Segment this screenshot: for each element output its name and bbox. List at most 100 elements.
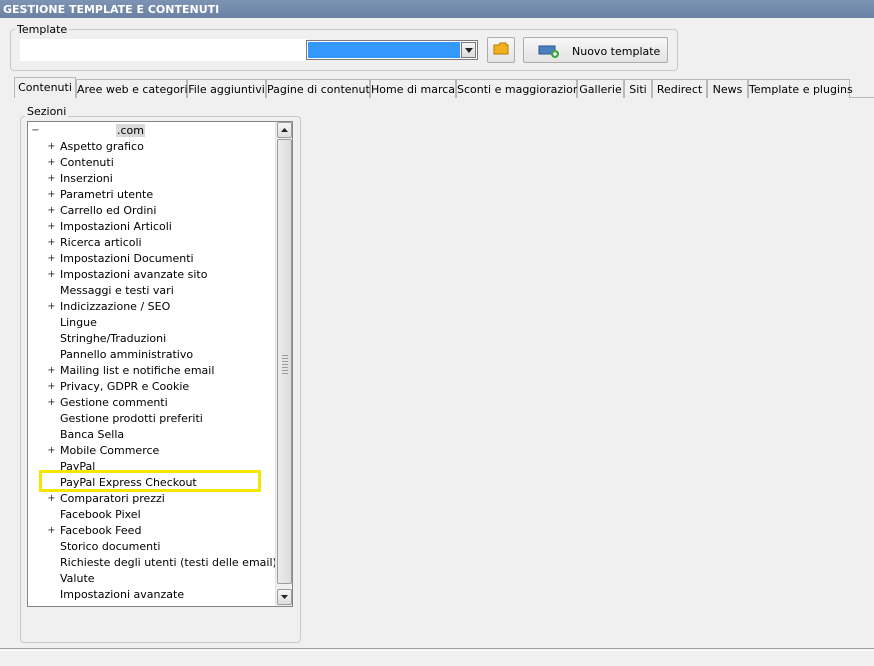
tree-item[interactable]: + Impostazioni Documenti	[28, 251, 274, 267]
tree-item[interactable]: + Mobile Commerce	[28, 443, 274, 459]
scroll-down-button[interactable]	[277, 589, 292, 605]
tree-item[interactable]: + Gestione commenti	[28, 395, 274, 411]
tree-item-label: Messaggi e testi vari	[60, 284, 174, 297]
tree-item-label: Privacy, GDPR e Cookie	[60, 380, 190, 393]
tree-item-label: Impostazioni avanzate	[60, 588, 185, 601]
template-select[interactable]	[306, 40, 478, 60]
expand-icon[interactable]: +	[47, 238, 56, 248]
expand-icon[interactable]: +	[47, 270, 56, 280]
tab-pagine-contenuti[interactable]: Pagine di contenuti	[266, 79, 373, 98]
tree-item[interactable]: + Parametri utente	[28, 187, 274, 203]
tree-item[interactable]: PayPal	[28, 459, 274, 475]
template-name-field[interactable]	[20, 39, 307, 61]
vertical-scrollbar[interactable]	[275, 122, 292, 606]
tree-item[interactable]: + Facebook Feed	[28, 523, 274, 539]
expand-icon[interactable]: +	[47, 446, 56, 456]
tree-item-label: Ricerca articoli	[60, 236, 142, 249]
tab-contenuti[interactable]: Contenuti	[14, 77, 76, 98]
tree-item-label: Facebook Feed	[60, 524, 142, 537]
tree-item-label: Facebook Pixel	[60, 508, 141, 521]
tree-root[interactable]: − .com	[28, 123, 268, 139]
tree-item-label: Gestione commenti	[60, 396, 168, 409]
tree-item[interactable]: + Impostazioni Articoli	[28, 219, 274, 235]
tab-template-plugins[interactable]: Template e plugins	[748, 79, 853, 98]
folder-icon	[493, 42, 509, 58]
tab-aree-web[interactable]: Aree web e categorie	[76, 79, 194, 98]
tree-item[interactable]: Messaggi e testi vari	[28, 283, 274, 299]
tab-siti[interactable]: Siti	[624, 79, 652, 98]
tree-item-label: Richieste degli utenti (testi delle emai…	[60, 556, 277, 569]
tree-item[interactable]: + Contenuti	[28, 155, 274, 171]
tab-redirect[interactable]: Redirect	[652, 79, 707, 98]
new-template-button[interactable]: Nuovo template	[523, 37, 668, 63]
tree-item-label: Lingue	[60, 316, 97, 329]
tree-item-label: Aspetto grafico	[60, 140, 144, 153]
expand-icon[interactable]: +	[47, 382, 56, 392]
template-group-label: Template	[15, 23, 70, 36]
expand-icon[interactable]: +	[47, 526, 56, 536]
tree-item[interactable]: PayPal Express Checkout	[28, 475, 274, 491]
tab-gallerie[interactable]: Gallerie	[577, 79, 624, 98]
tree-item-label: Parametri utente	[60, 188, 154, 201]
sections-tree[interactable]: − .com + Aspetto grafico + Contenuti + Inserz…	[27, 121, 293, 607]
tree-item-label: Mailing list e notifiche email	[60, 364, 215, 377]
tree-item[interactable]: Facebook Pixel	[28, 507, 274, 523]
tree-item[interactable]: Lingue	[28, 315, 274, 331]
dropdown-arrow-icon[interactable]	[461, 42, 476, 58]
tree-item-label: Gestione prodotti preferiti	[60, 412, 203, 425]
expand-icon[interactable]: +	[47, 158, 56, 168]
tree-item-label: Impostazioni Documenti	[60, 252, 194, 265]
scroll-thumb[interactable]	[277, 139, 292, 584]
tree-item[interactable]: Impostazioni avanzate	[28, 587, 274, 603]
template-select-value	[308, 42, 460, 58]
tree-item[interactable]: Storico documenti	[28, 539, 274, 555]
new-template-icon	[538, 44, 560, 61]
tree-item-label: Comparatori prezzi	[60, 492, 165, 505]
expand-icon[interactable]: +	[47, 254, 56, 264]
tree-item[interactable]: Stringhe/Traduzioni	[28, 331, 274, 347]
tree-item-label: Valute	[60, 572, 95, 585]
tree-item-label: Pannello amministrativo	[60, 348, 194, 361]
tree-item[interactable]: + Indicizzazione / SEO	[28, 299, 274, 315]
tree-item[interactable]: + Privacy, GDPR e Cookie	[28, 379, 274, 395]
tab-home-di-marca[interactable]: Home di marca	[370, 79, 456, 98]
tree-item[interactable]: + Inserzioni	[28, 171, 274, 187]
tree-item-label: Impostazioni avanzate sito	[60, 268, 208, 281]
tree-item[interactable]: Banca Sella	[28, 427, 274, 443]
tree-item-label: Indicizzazione / SEO	[60, 300, 171, 313]
tree-item-label: Impostazioni Articoli	[60, 220, 172, 233]
expand-icon[interactable]: +	[47, 190, 56, 200]
collapse-icon[interactable]: −	[31, 126, 40, 136]
tree-item-label: Stringhe/Traduzioni	[60, 332, 167, 345]
tree-item[interactable]: Valute	[28, 571, 274, 587]
tree-item[interactable]: + Mailing list e notifiche email	[28, 363, 274, 379]
tab-news[interactable]: News	[707, 79, 748, 98]
tree-item-label: PayPal Express Checkout	[60, 476, 197, 489]
expand-icon[interactable]: +	[47, 174, 56, 184]
expand-icon[interactable]: +	[47, 302, 56, 312]
tree-item[interactable]: + Impostazioni avanzate sito	[28, 267, 274, 283]
tree-item[interactable]: + Comparatori prezzi	[28, 491, 274, 507]
tree-item[interactable]: + Carrello ed Ordini	[28, 203, 274, 219]
tab-file-aggiuntivi[interactable]: File aggiuntivi	[187, 79, 266, 98]
tab-sconti[interactable]: Sconti e maggiorazioni	[456, 79, 583, 98]
tree-item-label: Contenuti	[60, 156, 114, 169]
tree-item[interactable]: Richieste degli utenti (testi delle emai…	[28, 555, 277, 571]
tree-item-label: Banca Sella	[60, 428, 125, 441]
tree-root-label: .com	[116, 124, 145, 137]
expand-icon[interactable]: +	[47, 398, 56, 408]
scroll-up-button[interactable]	[277, 122, 292, 138]
open-folder-button[interactable]	[487, 37, 515, 63]
expand-icon[interactable]: +	[47, 222, 56, 232]
expand-icon[interactable]: +	[47, 494, 56, 504]
tree-item[interactable]: + Ricerca articoli	[28, 235, 274, 251]
tree-item-label: Inserzioni	[60, 172, 113, 185]
tree-item-label: Mobile Commerce	[60, 444, 160, 457]
expand-icon[interactable]: +	[47, 142, 56, 152]
expand-icon[interactable]: +	[47, 366, 56, 376]
tree-item[interactable]: Pannello amministrativo	[28, 347, 274, 363]
tree-item[interactable]: Gestione prodotti preferiti	[28, 411, 274, 427]
expand-icon[interactable]: +	[47, 206, 56, 216]
tree-item-label: PayPal	[60, 460, 96, 473]
tree-item[interactable]: + Aspetto grafico	[28, 139, 274, 155]
